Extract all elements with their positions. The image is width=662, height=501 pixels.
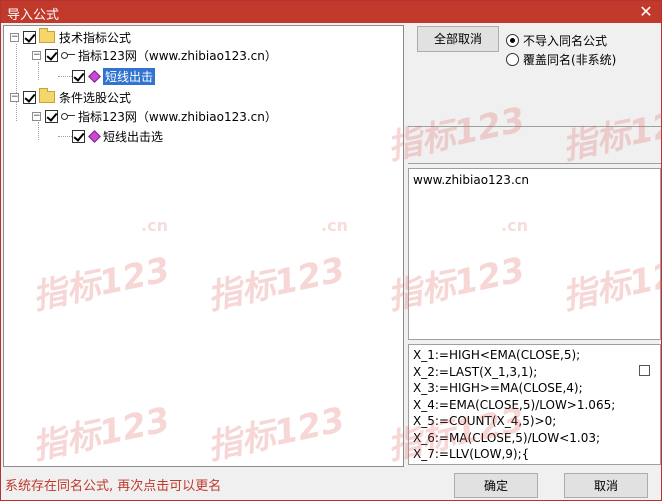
key-icon bbox=[61, 111, 75, 121]
tree-node-label: 指标123网（www.zhibiao123.cn） bbox=[78, 109, 277, 124]
tree-node-label: 技术指标公式 bbox=[59, 30, 132, 45]
radio-unselected-icon bbox=[506, 53, 519, 66]
code-line: X_7:=LLV(LOW,9);{ bbox=[413, 447, 530, 461]
code-line: X_4:=EMA(CLOSE,5)/LOW>1.065; bbox=[413, 397, 616, 412]
description-panel: www.zhibiao123.cn bbox=[408, 168, 661, 340]
ok-button[interactable]: 确定 bbox=[454, 473, 538, 498]
tree-checkbox[interactable] bbox=[72, 129, 85, 143]
tree-checkbox[interactable] bbox=[23, 30, 36, 44]
code-lines: X_1:=HIGH<EMA(CLOSE,5); X_2:=LAST(X_1,3,… bbox=[413, 347, 615, 463]
close-icon[interactable]: ✕ bbox=[637, 3, 655, 21]
tree-node-tech-indicators[interactable]: − 技术指标公式 bbox=[10, 28, 131, 46]
code-line: X_1:=HIGH<EMA(CLOSE,5); bbox=[413, 348, 581, 362]
formula-tree: − 技术指标公式 − 指标123网（www.zhibiao123.cn） 短线出… bbox=[3, 25, 404, 467]
formula-icon bbox=[88, 129, 101, 143]
radio-skip-duplicates[interactable]: 不导入同名公式 bbox=[506, 32, 607, 49]
key-icon bbox=[61, 50, 75, 60]
code-panel-checkbox[interactable] bbox=[639, 365, 650, 376]
cancel-button[interactable]: 取消 bbox=[564, 473, 648, 498]
status-message: 系统存在同名公式, 再次点击可以更名 bbox=[5, 479, 222, 494]
window-title: 导入公式 bbox=[7, 8, 60, 23]
radio-label: 不导入同名公式 bbox=[523, 34, 608, 48]
tree-node-zhibiao123-selection[interactable]: − 指标123网（www.zhibiao123.cn） bbox=[32, 107, 277, 125]
tree-checkbox[interactable] bbox=[23, 90, 36, 104]
collapse-icon[interactable]: − bbox=[10, 92, 19, 102]
folder-icon bbox=[39, 28, 55, 43]
tree-connector bbox=[38, 62, 39, 80]
title-bar: 导入公式 ✕ bbox=[1, 1, 661, 23]
tree-connector bbox=[58, 136, 72, 137]
tree-node-stock-selection[interactable]: − 条件选股公式 bbox=[10, 88, 131, 106]
radio-selected-icon bbox=[506, 34, 519, 47]
tree-node-label: 指标123网（www.zhibiao123.cn） bbox=[78, 48, 277, 63]
tree-checkbox[interactable] bbox=[72, 69, 85, 83]
tree-checkbox[interactable] bbox=[45, 48, 58, 62]
tree-node-label: 短线出击 bbox=[103, 67, 156, 85]
collapse-icon[interactable]: − bbox=[32, 50, 41, 60]
code-line: X_6:=MA(CLOSE,5)/LOW<1.03; bbox=[413, 430, 601, 445]
folder-icon bbox=[39, 88, 55, 103]
collapse-icon[interactable]: − bbox=[32, 111, 41, 121]
tree-node-label: 短线出击选 bbox=[103, 129, 164, 144]
import-formula-dialog: 导入公式 ✕ − 技术指标公式 − 指标123网（www.zhibiao123.… bbox=[0, 0, 662, 501]
code-line: X_3:=HIGH>=MA(CLOSE,4); bbox=[413, 381, 583, 395]
tree-node-short-attack-selection[interactable]: 短线出击选 bbox=[72, 127, 163, 145]
formula-icon bbox=[88, 69, 101, 83]
collapse-icon[interactable]: − bbox=[10, 32, 19, 42]
tree-node-short-attack[interactable]: 短线出击 bbox=[72, 67, 156, 85]
tree-node-zhibiao123-indicators[interactable]: − 指标123网（www.zhibiao123.cn） bbox=[32, 46, 277, 64]
radio-overwrite-duplicates[interactable]: 覆盖同名(非系统) bbox=[506, 51, 616, 68]
tree-node-label: 条件选股公式 bbox=[59, 90, 132, 105]
tree-checkbox[interactable] bbox=[45, 109, 58, 123]
tree-connector bbox=[58, 76, 72, 77]
code-line: X_2:=LAST(X_1,3,1); bbox=[413, 364, 538, 379]
radio-label: 覆盖同名(非系统) bbox=[523, 53, 617, 67]
code-line: X_5:=COUNT(X_4,5)>0; bbox=[413, 414, 557, 428]
cancel-all-button[interactable]: 全部取消 bbox=[417, 26, 499, 52]
formula-code-panel[interactable]: X_1:=HIGH<EMA(CLOSE,5); X_2:=LAST(X_1,3,… bbox=[408, 344, 661, 465]
separator-panel bbox=[408, 126, 661, 164]
description-text: www.zhibiao123.cn bbox=[413, 173, 529, 187]
